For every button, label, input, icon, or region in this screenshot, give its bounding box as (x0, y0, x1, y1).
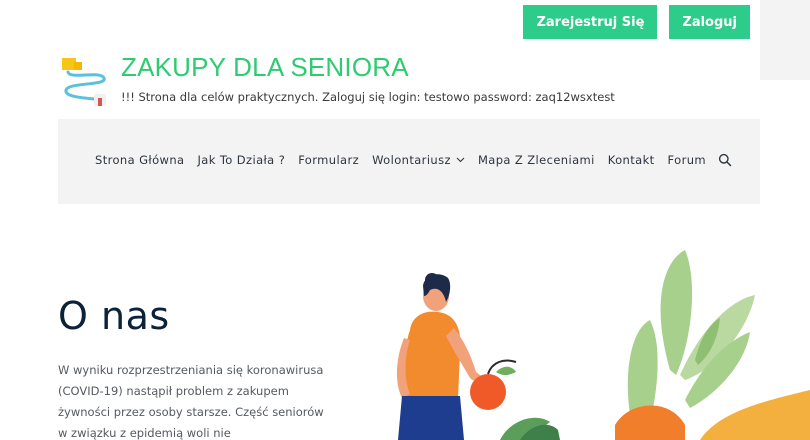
search-icon[interactable] (718, 153, 732, 167)
site-tagline: !!! Strona dla celów praktycznych. Zalog… (121, 90, 615, 104)
nav-item-form[interactable]: Formularz (298, 153, 359, 167)
login-button[interactable]: Zaloguj (669, 5, 750, 39)
nav-item-home[interactable]: Strona Główna (95, 153, 184, 167)
top-actions: Zarejestruj Się Zaloguj (523, 5, 750, 39)
nav-item-map[interactable]: Mapa Z Zleceniami (478, 153, 595, 167)
register-button[interactable]: Zarejestruj Się (523, 5, 658, 39)
main-navigation: Strona Główna Jak To Działa ? Formularz … (58, 119, 760, 204)
about-heading: O nas (58, 294, 170, 338)
right-gutter (760, 0, 810, 80)
nav-item-how-it-works[interactable]: Jak To Działa ? (197, 153, 285, 167)
nav-item-volunteer[interactable]: Wolontariusz (372, 153, 465, 167)
site-title[interactable]: ZAKUPY DLA SENIORA (121, 52, 409, 83)
about-text: W wyniku rozprzestrzeniania się koronawi… (58, 363, 324, 440)
nav-item-forum[interactable]: Forum (668, 153, 706, 167)
gardening-illustration (396, 250, 810, 440)
chevron-down-icon (456, 157, 465, 163)
site-branding: ZAKUPY DLA SENIORA !!! Strona dla celów … (60, 52, 760, 108)
nav-item-volunteer-label: Wolontariusz (372, 153, 451, 167)
site-logo[interactable] (60, 54, 112, 108)
nav-item-contact[interactable]: Kontakt (608, 153, 655, 167)
